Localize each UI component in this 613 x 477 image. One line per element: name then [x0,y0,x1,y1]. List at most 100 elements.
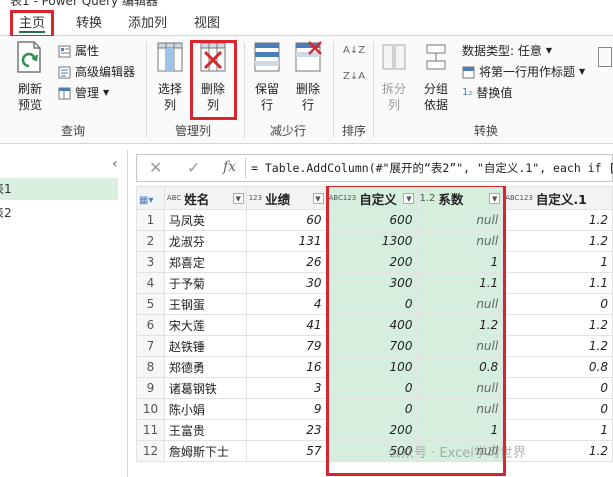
cell-performance[interactable]: 79 [245,335,327,357]
choose-columns-icon [157,42,183,72]
cell-performance[interactable]: 41 [245,314,327,336]
first-row-header-icon [462,66,475,78]
formula-input[interactable]: = Table.AddColumn(#"展开的“表2”", "自定义.1", e… [251,160,613,176]
chevron-down-icon: ▼ [579,67,586,76]
fx-icon[interactable]: fx [223,159,236,175]
window-title: 表1 - Power Query 编辑器 [10,0,158,8]
properties-icon [58,45,71,57]
cell-performance[interactable]: 4 [245,293,327,315]
cell-performance[interactable]: 57 [245,440,327,462]
row-number[interactable]: 2 [136,230,165,252]
ribbon-overflow-icon[interactable] [598,47,612,67]
table-menu-button[interactable]: ▦▾ [136,186,165,210]
column-header-performance[interactable]: 123 业绩 ▼ [245,186,327,210]
cell-name[interactable]: 于予菊 [163,272,247,294]
row-number[interactable]: 7 [136,335,165,357]
filter-dropdown-icon[interactable]: ▼ [312,192,324,204]
cell-performance[interactable]: 60 [245,209,327,231]
sort-ascending-button[interactable]: A↓Z [343,42,365,60]
cell-custom-1[interactable]: 1.2 [502,314,613,336]
formula-divider [245,158,246,178]
query-item-1[interactable]: 表1 [0,178,118,200]
queries-panel: ‹ 表1 表2 [0,150,128,477]
tab-home[interactable]: 主页 [10,10,55,38]
group-by-button[interactable]: 分组 依据 [418,40,454,113]
row-number[interactable]: 12 [136,440,165,462]
cell-performance[interactable]: 26 [245,251,327,273]
cell-name[interactable]: 诸葛钢铁 [163,377,247,399]
cell-custom-1[interactable]: 1 [502,419,613,441]
cell-performance[interactable]: 131 [245,230,327,252]
use-first-row-as-headers-button[interactable]: 将第一行用作标题 ▼ [462,63,585,81]
row-number[interactable]: 9 [136,377,165,399]
cell-custom-1[interactable]: 1.1 [502,272,613,294]
row-number[interactable]: 1 [136,209,165,231]
row-number[interactable]: 11 [136,419,165,441]
cell-name[interactable]: 马凤英 [163,209,247,231]
cell-custom-1[interactable]: 1.2 [502,209,613,231]
cell-name[interactable]: 王钢蛋 [163,293,247,315]
data-grid: ▦▾ ABC 姓名 ▼ 123 业绩 ▼ ABC123 自定义 ▼ 1.2 系数 ▼ ABC12… [136,186,613,477]
confirm-formula-icon[interactable]: ✓ [187,158,200,177]
cancel-formula-icon[interactable]: ✕ [149,158,162,177]
column-header-name[interactable]: ABC 姓名 ▼ [163,186,247,210]
cell-custom-1[interactable]: 0 [502,398,613,420]
split-column-icon [382,44,406,70]
collapse-chevron-icon[interactable]: ‹ [112,156,118,172]
type-any-icon: ABC123 [505,193,533,202]
cell-performance[interactable]: 23 [245,419,327,441]
row-number[interactable]: 5 [136,293,165,315]
cell-custom-1[interactable]: 0 [502,377,613,399]
group-label-sort: 排序 [341,124,366,138]
replace-values-button[interactable]: 1₂ 替换值 [462,84,512,102]
cell-name[interactable]: 郑德勇 [163,356,247,378]
chevron-down-icon: ▼ [103,88,110,97]
cell-performance[interactable]: 9 [245,398,327,420]
row-number[interactable]: 6 [136,314,165,336]
properties-button[interactable]: 属性 [58,42,99,60]
type-text-icon: ABC [166,193,182,202]
cell-name[interactable]: 陈小娟 [163,398,247,420]
cell-name[interactable]: 王富贵 [163,419,247,441]
cell-custom-1[interactable]: 1 [502,251,613,273]
tab-transform[interactable]: 转换 [76,13,102,35]
manage-button[interactable]: 管理 ▼ [58,84,109,102]
cell-name[interactable]: 宋大莲 [163,314,247,336]
split-column-button[interactable]: 拆分 列 [378,40,410,113]
tab-add-column[interactable]: 添加列 [128,13,167,35]
filter-dropdown-icon[interactable]: ▼ [232,192,244,204]
keep-rows-button[interactable]: 保留 行 [250,40,284,113]
sort-descending-button[interactable]: Z↓A [343,68,365,86]
advanced-editor-button[interactable]: 高级编辑器 [58,63,135,81]
row-number[interactable]: 10 [136,398,165,420]
row-number[interactable]: 3 [136,251,165,273]
remove-rows-button[interactable]: 删除 行 [291,40,325,113]
group-label-manage-columns: 管理列 [174,124,211,138]
data-type-dropdown[interactable]: 数据类型: 任意 ▼ [462,42,552,60]
cell-name[interactable]: 郑喜定 [163,251,247,273]
choose-columns-button[interactable]: 选择 列 [152,40,188,113]
watermark: 公众号 · Excel学习世界 [388,446,526,461]
cell-custom-1[interactable]: 1.2 [502,335,613,357]
cell-performance[interactable]: 30 [245,272,327,294]
cell-performance[interactable]: 3 [245,377,327,399]
row-number[interactable]: 8 [136,356,165,378]
keep-rows-icon [254,42,280,72]
tab-view[interactable]: 视图 [194,13,220,35]
query-item-2[interactable]: 表2 [0,202,118,224]
remove-rows-icon [295,41,322,72]
cell-name[interactable]: 龙淑芬 [163,230,247,252]
advanced-editor-icon [58,66,71,78]
cell-custom-1[interactable]: 1.2 [502,230,613,252]
cell-name[interactable]: 赵铁锤 [163,335,247,357]
cell-performance[interactable]: 16 [245,356,327,378]
ribbon-separator [146,42,147,138]
sort-descending-icon: Z↓A [343,71,366,82]
refresh-preview-button[interactable]: 刷新 预览 [10,40,50,113]
title-bar: 表1 - Power Query 编辑器 [0,0,613,8]
cell-custom-1[interactable]: 0.8 [502,356,613,378]
cell-custom-1[interactable]: 0 [502,293,613,315]
row-number[interactable]: 4 [136,272,165,294]
column-header-custom-1[interactable]: ABC123 自定义.1 [502,186,613,210]
cell-name[interactable]: 詹姆斯下士 [163,440,247,462]
